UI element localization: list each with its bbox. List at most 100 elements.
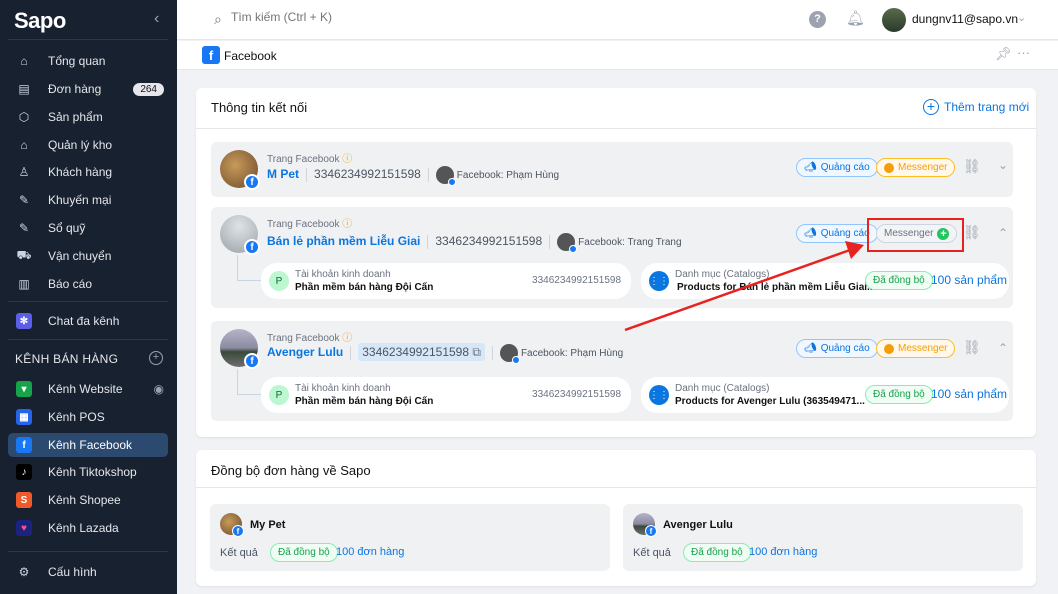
orders-count-badge: 264 (133, 82, 164, 96)
page-name[interactable]: M Pet (267, 167, 299, 181)
nav-overview[interactable]: ⌂ Tổng quan (8, 49, 168, 73)
page-name[interactable]: Avenger Lulu (267, 345, 343, 359)
nav-label: Sổ quỹ (48, 221, 86, 235)
page-type: Trang Facebook ⓘ (267, 333, 353, 344)
nav-label: Quản lý kho (48, 138, 113, 152)
nav-settings[interactable]: ⚙ Cấu hình (8, 560, 168, 584)
channel-tiktok[interactable]: ♪ Kênh Tiktokshop (8, 460, 168, 484)
ads-pill[interactable]: 📣︎ Quảng cáo (796, 339, 878, 358)
channel-pos[interactable]: ▦ Kênh POS (8, 405, 168, 429)
catalog-label: Danh mục (Catalogs) (675, 383, 770, 394)
business-account: P Tài khoản kinh doanh Phần mềm bán hàng… (261, 263, 631, 299)
messenger-pill[interactable]: Messenger (876, 158, 956, 177)
unlink-icon[interactable]: ⛓︎ (963, 158, 981, 175)
bell-icon[interactable]: 🔔︎ (846, 9, 865, 27)
eye-icon[interactable]: ◉ (154, 382, 164, 396)
channel-facebook[interactable]: f Kênh Facebook (8, 433, 168, 457)
page-avatar: f (220, 329, 260, 369)
nav-products[interactable]: ⬡ Sản phẩm (8, 105, 168, 129)
orders-link[interactable]: 100 đơn hàng (336, 546, 404, 558)
order-sync-card: Đồng bộ đơn hàng về Sapo f My Pet Kết qu… (196, 450, 1036, 586)
ads-pill[interactable]: 📣︎ Quảng cáo (796, 158, 878, 177)
user-icon: ♙ (18, 165, 30, 179)
chevron-down-icon[interactable]: ⌄ (1017, 11, 1026, 24)
messenger-icon (884, 162, 894, 173)
section-title: Đồng bộ đơn hàng về Sapo (211, 463, 371, 478)
chevron-up-icon[interactable]: ⌃ (998, 341, 1008, 355)
nav-label: Kênh Tiktokshop (48, 465, 137, 479)
warehouse-icon: ⌂ (20, 138, 28, 152)
user-email[interactable]: dungnv11@sapo.vn (912, 12, 1018, 26)
page-avatar: f (633, 513, 657, 537)
page-owner: Facebook: Trang Trang (578, 237, 682, 249)
page-owner: Facebook: Phạm Hùng (456, 170, 560, 182)
search-input[interactable] (231, 10, 531, 24)
nav-chat[interactable]: ✻ Chat đa kênh (8, 309, 168, 333)
nav-label: Báo cáo (48, 277, 93, 291)
nav-customers[interactable]: ♙ Khách hàng (8, 160, 168, 184)
collapse-sidebar-icon[interactable]: ‹ (154, 10, 159, 28)
channel-lazada[interactable]: ♥ Kênh Lazada (8, 516, 168, 540)
business-label: Tài khoản kinh doanh (295, 269, 391, 280)
owner-avatar (435, 166, 456, 186)
connection-card: Thông tin kết nối + Thêm trang mới f Tran… (196, 88, 1036, 437)
page-type: Trang Facebook ⓘ (267, 219, 353, 230)
page-avatar: f (220, 150, 260, 190)
page-name[interactable]: Bán lẻ phần mềm Liễu Giai (267, 234, 420, 248)
nav-label: Khuyến mại (48, 193, 112, 207)
business-id: 3346234992151598 (532, 275, 621, 286)
synced-badge: Đã đồng bộ (683, 543, 751, 562)
products-link[interactable]: 100 sản phẩm (931, 387, 1007, 401)
synced-badge: Đã đồng bộ (270, 543, 338, 562)
bar-chart-icon: ▥ (18, 277, 30, 291)
chevron-up-icon[interactable]: ⌃ (998, 226, 1008, 240)
nav-label: Tổng quan (48, 54, 106, 68)
products-link[interactable]: 100 sản phẩm (931, 273, 1007, 287)
messenger-pill[interactable]: Messenger (876, 339, 956, 358)
ads-pill[interactable]: 📣︎ Quảng cáo (796, 224, 878, 243)
nav-reports[interactable]: ▥ Báo cáo (8, 272, 168, 296)
top-bar: ⌕ ? 🔔︎ dungnv11@sapo.vn ⌄ (177, 0, 1058, 40)
unlink-icon[interactable]: ⛓︎ (963, 339, 981, 356)
help-icon[interactable]: ? (809, 11, 826, 28)
facebook-icon: f (16, 437, 32, 453)
page-avatar: f (220, 215, 260, 255)
megaphone-icon: 📣︎ (804, 162, 817, 173)
nav-label: Đơn hàng (48, 82, 102, 96)
megaphone-icon: 📣︎ (804, 343, 817, 354)
website-icon: ▾ (16, 381, 32, 397)
facebook-icon: f (645, 525, 657, 537)
channel-shopee[interactable]: S Kênh Shopee (8, 488, 168, 512)
grid-icon: ⋮⋮ (649, 271, 669, 291)
copy-icon[interactable]: ⧉ (472, 345, 481, 359)
chat-icon: ✻ (16, 313, 32, 329)
pin-icon[interactable]: 📌︎ (995, 46, 1012, 62)
warning-icon: ⓘ (342, 154, 353, 165)
orders-link[interactable]: 100 đơn hàng (749, 546, 817, 558)
sync-item: f My Pet Kết quả Đã đồng bộ 100 đơn hàng (210, 504, 610, 571)
more-icon[interactable]: ··· (1017, 45, 1030, 60)
add-channel-icon[interactable]: + (149, 351, 163, 365)
add-page-button[interactable]: + Thêm trang mới (923, 99, 1029, 115)
facebook-icon: f (244, 174, 260, 190)
unlink-icon[interactable]: ⛓︎ (963, 224, 981, 241)
warning-icon: ⓘ (342, 333, 353, 344)
user-avatar[interactable] (882, 8, 906, 32)
section-title: Thông tin kết nối (211, 100, 308, 115)
result-label: Kết quả (220, 547, 258, 559)
page-name: Avenger Lulu (663, 519, 733, 531)
nav-shipping[interactable]: ⛟ Vận chuyển (8, 244, 168, 268)
nav-cashbook[interactable]: ✎ Sổ quỹ (8, 216, 168, 240)
chevron-down-icon[interactable]: ⌄ (998, 158, 1008, 172)
nav-label: Khách hàng (48, 165, 113, 179)
business-id: 3346234992151598 (532, 389, 621, 400)
nav-promotions[interactable]: ✎ Khuyến mại (8, 188, 168, 212)
channel-website[interactable]: ▾ Kênh Website ◉ (8, 377, 168, 401)
result-label: Kết quả (633, 547, 671, 559)
nav-label: Kênh Facebook (48, 438, 133, 452)
nav-inventory[interactable]: ⌂ Quản lý kho (8, 133, 168, 157)
plus-circle-icon: + (923, 99, 939, 115)
promo-icon: ✎ (18, 193, 30, 207)
nav-orders[interactable]: ▤ Đơn hàng 264 (8, 77, 168, 101)
page-id: 3346234992151598 (362, 345, 470, 360)
